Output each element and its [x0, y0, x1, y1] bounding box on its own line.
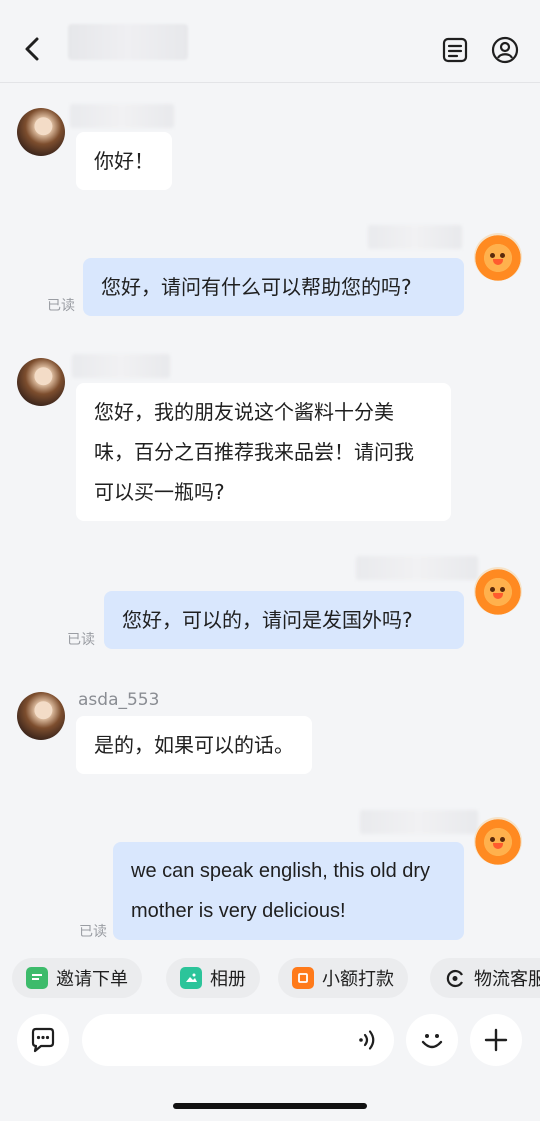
- chevron-left-icon[interactable]: [18, 34, 48, 64]
- user-avatar[interactable]: [17, 108, 65, 156]
- blurred-sender-name: [70, 104, 174, 128]
- blurred-chat-title: [68, 24, 188, 60]
- invite-order-icon: [26, 967, 48, 989]
- quick-action-small-payment[interactable]: 小额打款: [278, 958, 408, 998]
- logistics-service-icon: [444, 967, 466, 989]
- blurred-agent-name: [356, 556, 478, 580]
- quick-action-bar: 邀请下单 相册 小额打款 物流客服: [0, 946, 540, 1010]
- quick-action-label: 小额打款: [322, 969, 394, 990]
- read-status: 已读: [67, 632, 95, 648]
- shop-avatar[interactable]: [474, 817, 522, 865]
- sender-name: asda_553: [78, 690, 160, 710]
- blurred-sender-name: [72, 354, 170, 378]
- user-circle-icon[interactable]: [491, 36, 519, 64]
- quick-action-label: 物流客服: [474, 969, 540, 990]
- user-avatar[interactable]: [17, 358, 65, 406]
- small-payment-icon: [292, 967, 314, 989]
- chat-header: [0, 0, 540, 83]
- photo-album-icon: [180, 967, 202, 989]
- smile-icon[interactable]: [406, 1014, 458, 1066]
- quick-action-invite-order[interactable]: 邀请下单: [12, 958, 142, 998]
- quick-action-album[interactable]: 相册: [166, 958, 260, 998]
- blurred-agent-name: [360, 810, 478, 834]
- message-bubble-incoming[interactable]: 您好，我的朋友说这个酱料十分美味，百分之百推荐我来品尝！请问我可以买一瓶吗?: [76, 383, 451, 521]
- user-avatar[interactable]: [17, 692, 65, 740]
- message-bubble-incoming[interactable]: 你好！: [76, 132, 172, 190]
- chat-bubble-icon[interactable]: [17, 1014, 69, 1066]
- quick-action-logistics-service[interactable]: 物流客服: [430, 958, 540, 998]
- read-status: 已读: [79, 924, 107, 940]
- message-bubble-incoming[interactable]: 是的，如果可以的话。: [76, 716, 312, 774]
- message-input[interactable]: [82, 1014, 394, 1066]
- read-status: 已读: [47, 298, 75, 314]
- notes-icon[interactable]: [441, 36, 469, 64]
- quick-action-label: 邀请下单: [56, 969, 128, 990]
- message-bubble-outgoing[interactable]: 您好，请问有什么可以帮助您的吗?: [83, 258, 464, 316]
- quick-action-label: 相册: [210, 969, 246, 990]
- voice-wave-icon[interactable]: [356, 1028, 380, 1052]
- plus-icon[interactable]: [470, 1014, 522, 1066]
- message-bubble-outgoing[interactable]: we can speak english, this old dry mothe…: [113, 842, 464, 940]
- blurred-agent-name: [368, 225, 462, 249]
- shop-avatar[interactable]: [474, 567, 522, 615]
- home-indicator: [173, 1103, 367, 1109]
- shop-avatar[interactable]: [474, 233, 522, 281]
- message-bubble-outgoing[interactable]: 您好，可以的，请问是发国外吗?: [104, 591, 464, 649]
